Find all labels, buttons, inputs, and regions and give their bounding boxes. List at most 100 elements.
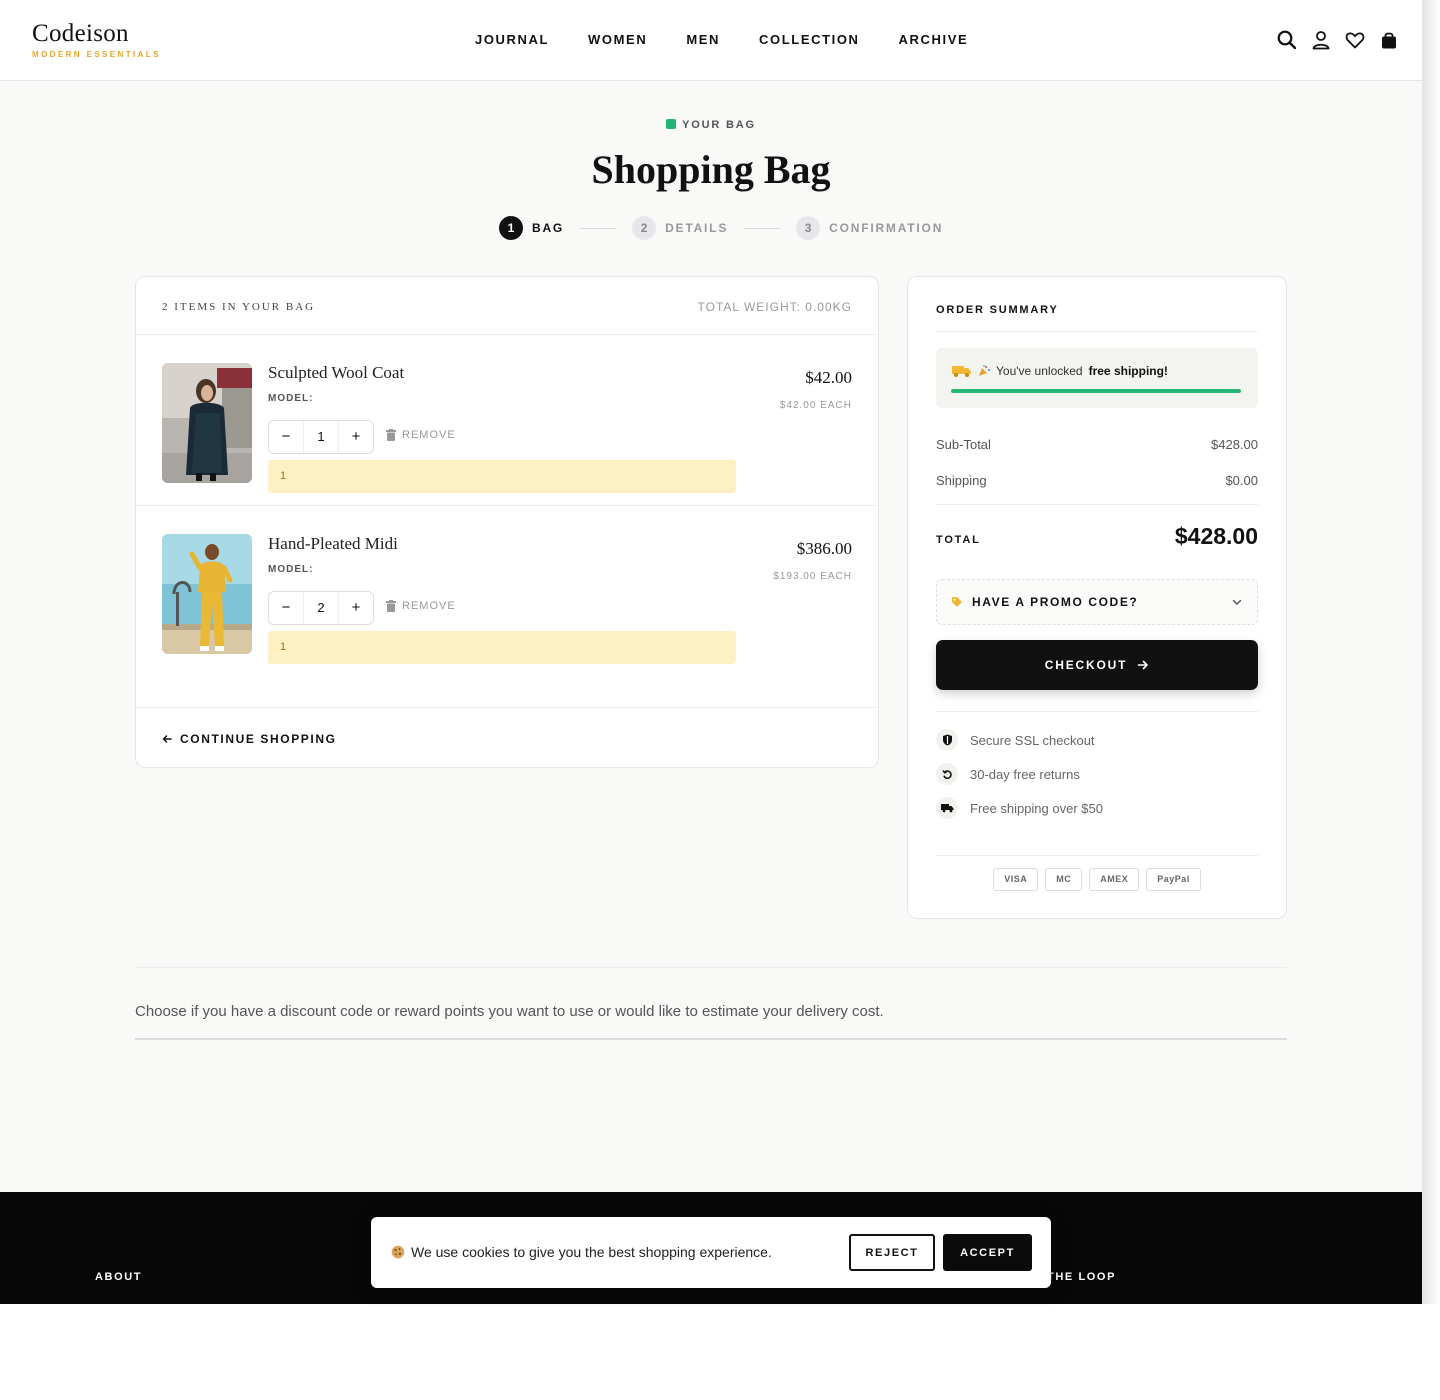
arrow-left-icon xyxy=(162,735,172,743)
step-number: 1 xyxy=(499,216,523,240)
site-header: Codeison MODERN ESSENTIALS JOURNAL WOMEN… xyxy=(0,0,1422,81)
step-number: 3 xyxy=(796,216,821,240)
cookie-message: We use cookies to give you the best shop… xyxy=(411,1244,772,1260)
accept-cookies-button[interactable]: ACCEPT xyxy=(943,1234,1032,1271)
header-icons xyxy=(1276,29,1400,51)
free-shipping-banner: You've unlocked free shipping! xyxy=(936,348,1258,408)
divider xyxy=(135,1038,1287,1040)
product-name[interactable]: Sculpted Wool Coat xyxy=(268,363,404,383)
step-details: 2 DETAILS xyxy=(632,216,728,240)
divider xyxy=(936,711,1258,712)
cart-item-count: 2 ITEMS IN YOUR BAG xyxy=(162,301,316,313)
step-label: DETAILS xyxy=(665,221,729,235)
page-eyebrow: YOUR BAG xyxy=(0,119,1422,131)
remove-button[interactable]: REMOVE xyxy=(386,600,456,612)
nav-journal[interactable]: JOURNAL xyxy=(475,32,549,47)
arrow-right-icon xyxy=(1137,660,1149,670)
bag-icon[interactable] xyxy=(1378,29,1400,51)
chevron-down-icon xyxy=(1232,599,1242,605)
cart-item: Hand-Pleated Midi MODEL: − 2 + REMOVE 1 … xyxy=(136,507,878,677)
return-icon xyxy=(936,763,958,785)
product-image-midi[interactable] xyxy=(162,534,252,654)
nav-men[interactable]: MEN xyxy=(686,32,720,47)
trust-item: Secure SSL checkout xyxy=(936,729,1095,751)
bag-small-icon xyxy=(666,119,677,129)
shipping-value: $0.00 xyxy=(1225,473,1258,488)
checkout-button[interactable]: CHECKOUT xyxy=(936,640,1258,690)
product-model: MODEL: xyxy=(268,393,314,404)
search-icon[interactable] xyxy=(1276,29,1298,51)
payment-paypal: PayPal xyxy=(1146,868,1201,891)
shipping-label: Shipping xyxy=(936,473,987,488)
subtotal-value: $428.00 xyxy=(1211,437,1258,452)
shipping-message-bold: free shipping! xyxy=(1088,364,1168,378)
divider xyxy=(135,967,1287,968)
scrollbar-shadow xyxy=(1422,0,1440,1304)
item-notice: 1 xyxy=(268,460,736,493)
product-image-coat[interactable] xyxy=(162,363,252,483)
nav-archive[interactable]: ARCHIVE xyxy=(899,32,969,47)
item-notice: 1 xyxy=(268,631,736,664)
checkout-steps: 1 BAG 2 DETAILS 3 CONFIRMATION xyxy=(499,216,943,240)
payment-visa: VISA xyxy=(993,868,1039,891)
decrease-button[interactable]: − xyxy=(269,592,303,624)
item-unit-price: $193.00 EACH xyxy=(773,571,852,582)
footer-heading-about: ABOUT xyxy=(95,1271,143,1283)
trust-item: Free shipping over $50 xyxy=(936,797,1103,819)
footer-heading-loop: THE LOOP xyxy=(1047,1271,1117,1283)
cookie-banner: We use cookies to give you the best shop… xyxy=(371,1217,1051,1288)
truck-icon xyxy=(952,366,971,377)
product-model: MODEL: xyxy=(268,564,314,575)
summary-title: ORDER SUMMARY xyxy=(936,304,1059,316)
cart-card: 2 ITEMS IN YOUR BAG TOTAL WEIGHT: 0.00KG… xyxy=(135,276,879,768)
truck-icon xyxy=(936,797,958,819)
item-price: $42.00 xyxy=(805,368,852,387)
shipping-row: Shipping $0.00 xyxy=(936,473,1258,488)
page-title: Shopping Bag xyxy=(591,147,831,192)
shipping-message: You've unlocked xyxy=(996,364,1083,378)
nav-women[interactable]: WOMEN xyxy=(588,32,647,47)
step-divider xyxy=(744,227,781,229)
total-value: $428.00 xyxy=(1174,523,1258,549)
item-price: $386.00 xyxy=(796,539,852,558)
payment-methods: VISA MC AMEX PayPal xyxy=(908,868,1286,891)
divider xyxy=(936,331,1258,332)
logo[interactable]: Codeison MODERN ESSENTIALS xyxy=(32,20,161,59)
reject-cookies-button[interactable]: REJECT xyxy=(849,1234,935,1271)
cookie-icon xyxy=(391,1245,405,1259)
quantity-stepper: − 2 + xyxy=(268,591,374,625)
user-icon[interactable] xyxy=(1310,29,1332,51)
decrease-button[interactable]: − xyxy=(269,421,303,453)
subtotal-label: Sub-Total xyxy=(936,437,991,452)
cart-header: 2 ITEMS IN YOUR BAG TOTAL WEIGHT: 0.00KG xyxy=(136,277,878,335)
total-label: TOTAL xyxy=(936,534,981,546)
main-nav: JOURNAL WOMEN MEN COLLECTION ARCHIVE xyxy=(475,32,968,47)
nav-collection[interactable]: COLLECTION xyxy=(759,32,860,47)
cart-total-weight: TOTAL WEIGHT: 0.00KG xyxy=(697,300,852,314)
trust-item: 30-day free returns xyxy=(936,763,1080,785)
cart-footer: CONTINUE SHOPPING xyxy=(136,707,878,767)
divider xyxy=(936,855,1258,856)
discount-info-text: Choose if you have a discount code or re… xyxy=(135,1003,884,1020)
quantity-input[interactable]: 1 xyxy=(303,421,339,453)
promo-code-toggle[interactable]: HAVE A PROMO CODE? xyxy=(936,579,1258,625)
remove-button[interactable]: REMOVE xyxy=(386,429,456,441)
product-name[interactable]: Hand-Pleated Midi xyxy=(268,534,398,554)
trash-icon xyxy=(386,600,396,612)
step-bag: 1 BAG xyxy=(499,216,564,240)
quantity-input[interactable]: 2 xyxy=(303,592,339,624)
subtotal-row: Sub-Total $428.00 xyxy=(936,437,1258,452)
heart-icon[interactable] xyxy=(1344,29,1366,51)
shield-icon xyxy=(936,729,958,751)
tag-icon xyxy=(952,597,962,607)
step-confirmation: 3 CONFIRMATION xyxy=(796,216,943,240)
item-unit-price: $42.00 EACH xyxy=(779,400,852,411)
shipping-progress-bar xyxy=(951,389,1241,393)
step-divider xyxy=(580,227,617,229)
logo-tagline: MODERN ESSENTIALS xyxy=(32,50,161,59)
increase-button[interactable]: + xyxy=(339,592,373,624)
increase-button[interactable]: + xyxy=(339,421,373,453)
step-number: 2 xyxy=(632,216,657,240)
shipping-progress-fill xyxy=(951,389,1241,393)
continue-shopping-link[interactable]: CONTINUE SHOPPING xyxy=(162,732,337,746)
